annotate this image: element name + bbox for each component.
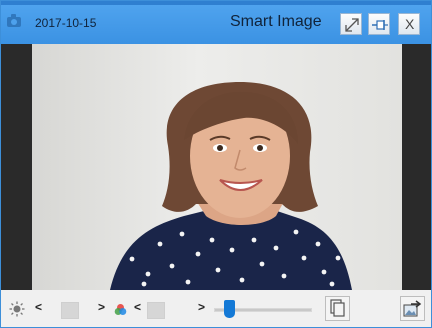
color-next-button[interactable]: > [198, 300, 205, 314]
expand-icon [345, 18, 359, 32]
close-icon: X [405, 16, 415, 32]
export-image-icon [403, 300, 422, 317]
brightness-icon[interactable] [9, 301, 25, 317]
pin-icon [372, 20, 388, 30]
color-prev-button[interactable]: < [134, 300, 141, 314]
export-image-button[interactable] [400, 296, 425, 321]
color-preview [147, 302, 165, 319]
brightness-prev-button[interactable]: < [35, 300, 42, 314]
brightness-next-button[interactable]: > [98, 300, 105, 314]
color-wheel-icon[interactable] [114, 303, 127, 316]
brightness-preview [61, 302, 79, 319]
expand-button[interactable] [340, 13, 362, 35]
copy-button[interactable] [325, 296, 350, 321]
adjustment-slider-thumb[interactable] [224, 300, 235, 318]
title-bar[interactable]: 2017-10-15 Smart Image X [1, 1, 431, 44]
smart-image-window: 2017-10-15 Smart Image X < > < > [0, 0, 432, 328]
image-viewer [1, 44, 431, 290]
camera-icon [7, 14, 21, 27]
pin-button[interactable] [368, 13, 390, 35]
portrait-photo [32, 44, 402, 290]
portrait-image [110, 82, 352, 290]
bottom-toolbar: < > < > [1, 290, 431, 327]
copy-icon [330, 299, 345, 317]
window-title: Smart Image [230, 13, 322, 30]
date-label: 2017-10-15 [35, 16, 97, 30]
close-button[interactable]: X [398, 13, 420, 35]
